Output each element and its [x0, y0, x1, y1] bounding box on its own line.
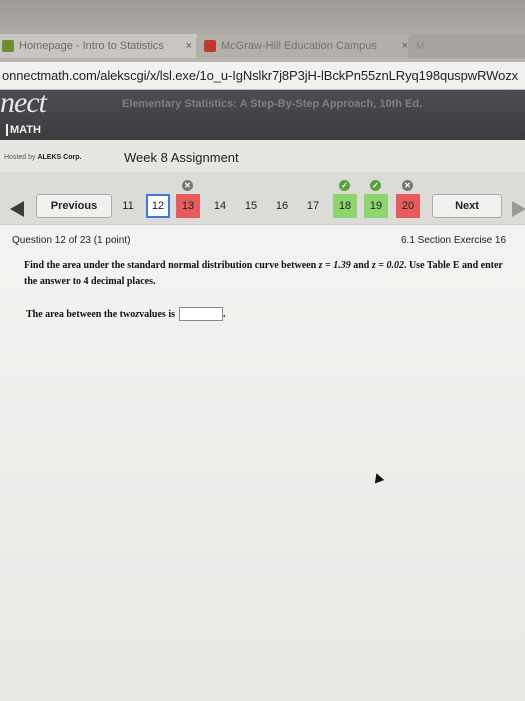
site-header: nect Elementary Statistics: A Step-By-St…: [0, 86, 525, 140]
assignment-bar: Hosted by ALEKS Corp. Week 8 Assignment: [0, 140, 525, 173]
statistics-favicon-icon: [2, 40, 14, 52]
correct-icon: ✓: [370, 180, 381, 191]
question-19-button[interactable]: 19: [364, 194, 388, 218]
question-panel: Question 12 of 23 (1 point) 6.1 Section …: [0, 224, 525, 701]
tab-label: McGraw-Hill Education Campus: [221, 40, 377, 52]
book-title: Elementary Statistics: A Step-By-Step Ap…: [122, 98, 423, 110]
url-text: onnectmath.com/alekscgi/x/lsl.exe/1o_u-I…: [2, 68, 519, 83]
mouse-cursor-icon: [371, 471, 385, 484]
aleks-brand: ALEKS Corp.: [37, 154, 82, 161]
close-tab-icon[interactable]: ×: [186, 40, 192, 52]
question-15-button[interactable]: 15: [239, 194, 263, 218]
incorrect-icon: ✕: [182, 180, 193, 191]
question-text: Find the area under the standard normal …: [24, 260, 503, 287]
question-12-button[interactable]: 12: [146, 194, 170, 218]
section-label: 6.1 Section Exercise 16: [401, 235, 507, 246]
question-14-button[interactable]: 14: [208, 194, 232, 218]
next-arrow-icon[interactable]: [512, 201, 525, 217]
z-value-2: z = 0.02: [371, 260, 404, 271]
question-17-button[interactable]: 17: [301, 194, 325, 218]
hosted-by-label: Hosted by ALEKS Corp.: [4, 154, 82, 161]
answer-input[interactable]: [179, 307, 223, 321]
browser-tab-mcgraw-hill[interactable]: McGraw-Hill Education Campus ×: [196, 34, 416, 58]
question-11-button[interactable]: 11: [116, 194, 140, 218]
question-13-button[interactable]: 13: [176, 194, 200, 218]
tab-label: M: [416, 40, 425, 52]
question-header: Question 12 of 23 (1 point): [12, 235, 131, 246]
correct-icon: ✓: [339, 180, 350, 191]
question-navigation: Previous 11 12 ✕ 13 14 15 16 17 ✓ 18 ✓ 1…: [0, 172, 525, 224]
browser-tab-strip: Homepage - Intro to Statistics × McGraw-…: [0, 0, 525, 62]
tab-label: Homepage - Intro to Statistics: [19, 40, 164, 52]
question-20-button[interactable]: 20: [396, 194, 420, 218]
address-bar[interactable]: onnectmath.com/alekscgi/x/lsl.exe/1o_u-I…: [0, 62, 525, 90]
z-value-1: z = 1.39: [318, 260, 351, 271]
question-18-button[interactable]: 18: [333, 194, 357, 218]
mcgraw-hill-favicon-icon: [204, 40, 216, 52]
connect-logo: nect: [0, 86, 47, 119]
question-16-button[interactable]: 16: [270, 194, 294, 218]
answer-row: The area between the two z values is .: [26, 307, 226, 321]
browser-tab-partial[interactable]: M: [408, 34, 525, 58]
assignment-title: Week 8 Assignment: [124, 150, 239, 165]
previous-button[interactable]: Previous: [36, 194, 112, 218]
previous-arrow-icon[interactable]: [10, 201, 24, 217]
next-button[interactable]: Next: [432, 194, 502, 218]
browser-tab-statistics[interactable]: Homepage - Intro to Statistics ×: [0, 34, 200, 58]
incorrect-icon: ✕: [402, 180, 413, 191]
math-product-label: MATH: [6, 124, 41, 136]
